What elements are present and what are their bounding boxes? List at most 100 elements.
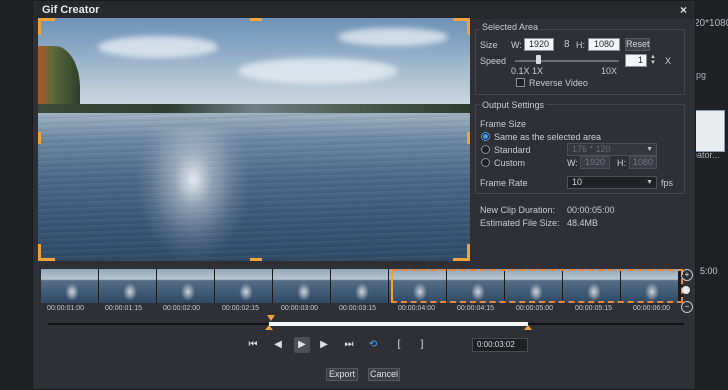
timeline-tick: 00:00:02:15 xyxy=(222,305,259,312)
background-left-toolbar xyxy=(0,0,33,390)
frame-rate-label: Frame Rate xyxy=(480,178,528,188)
preview-cloud xyxy=(238,58,398,84)
same-as-selected-radio[interactable] xyxy=(481,132,490,141)
filmstrip-selection[interactable] xyxy=(391,269,683,303)
timeline-tick: 00:00:05:15 xyxy=(575,305,612,312)
dialog-titlebar[interactable]: Gif Creator × xyxy=(33,1,695,19)
timeline-tick: 00:00:01:00 xyxy=(47,305,84,312)
video-preview[interactable] xyxy=(38,18,470,261)
custom-label: Custom xyxy=(494,158,526,168)
width-field[interactable]: 1920 xyxy=(524,38,554,51)
custom-width-label: W: xyxy=(567,158,578,168)
selected-area-title: Selected Area xyxy=(480,22,541,32)
trim-range[interactable] xyxy=(269,322,528,326)
speed-tick-max: 10X xyxy=(601,66,618,76)
dialog-title: Gif Creator xyxy=(42,4,100,16)
standard-size-select[interactable]: 176 * 120 ▼ xyxy=(567,143,657,156)
filmstrip-frame xyxy=(157,269,215,303)
chevron-down-icon: ▼ xyxy=(646,179,653,186)
custom-width-field[interactable]: 1920 xyxy=(580,156,610,169)
crop-handle-bottom[interactable] xyxy=(250,258,262,261)
timeline-tick: 00:00:04:00 xyxy=(398,305,435,312)
trim-end-handle[interactable] xyxy=(524,325,532,330)
zoom-slider-thumb[interactable] xyxy=(682,286,690,294)
zoom-in-icon[interactable]: + xyxy=(681,269,693,281)
frame-glitter xyxy=(65,283,79,301)
speed-unit: X xyxy=(665,56,672,66)
same-as-selected-label: Same as the selected area xyxy=(494,132,602,142)
go-end-icon[interactable]: ⏭ xyxy=(341,337,357,353)
preview-sun-glitter xyxy=(138,128,248,258)
speed-field[interactable]: 1 xyxy=(625,54,647,67)
chevron-down-icon: ▼ xyxy=(646,146,653,153)
timeline-tick: 00:00:06:00 xyxy=(633,305,670,312)
speed-slider-track[interactable] xyxy=(515,60,619,62)
loop-icon[interactable]: ⟲ xyxy=(365,337,381,353)
mark-out-icon[interactable]: ] xyxy=(414,337,430,353)
play-icon[interactable]: ▶ xyxy=(294,337,310,353)
zoom-out-icon[interactable]: − xyxy=(681,301,693,313)
timeline-tick: 00:00:02:00 xyxy=(163,305,200,312)
cancel-button[interactable]: Cancel xyxy=(368,368,400,381)
frame-rate-unit: fps xyxy=(661,178,674,188)
step-forward-icon[interactable]: ▶ xyxy=(316,337,332,353)
new-clip-duration-label: New Clip Duration: xyxy=(480,205,556,215)
background-thumb-label: eator... xyxy=(692,150,720,160)
speed-tick-mid: 1X xyxy=(532,66,544,76)
custom-height-label: H: xyxy=(617,158,626,168)
mark-in-icon[interactable]: [ xyxy=(391,337,407,353)
reverse-video-checkbox[interactable] xyxy=(516,78,525,87)
speed-tick-min: 0.1X xyxy=(511,66,530,76)
standard-radio[interactable] xyxy=(481,145,490,154)
background-resolution: 20*1080 xyxy=(694,18,728,29)
speed-spinner[interactable]: ▲ ▼ xyxy=(649,54,657,67)
link-icon[interactable]: 8 xyxy=(564,39,570,50)
speed-label: Speed xyxy=(480,56,507,66)
custom-height-field[interactable]: 1080 xyxy=(629,156,657,169)
playhead[interactable] xyxy=(267,315,275,321)
custom-radio[interactable] xyxy=(481,158,490,167)
frame-rate-value: 10 xyxy=(572,177,583,187)
new-clip-duration-value: 00:00:05:00 xyxy=(567,205,615,215)
height-field[interactable]: 1080 xyxy=(588,38,620,51)
frame-size-label: Frame Size xyxy=(480,119,527,129)
filmstrip-frame xyxy=(273,269,331,303)
crop-handle-top-right[interactable] xyxy=(453,18,470,35)
gif-creator-dialog: Gif Creator × Selected Area Size W: 1920… xyxy=(32,0,696,390)
export-button[interactable]: Export xyxy=(326,368,358,381)
crop-handle-top[interactable] xyxy=(250,18,262,21)
crop-handle-right[interactable] xyxy=(467,132,470,144)
timeline-tick: 00:00:03:00 xyxy=(281,305,318,312)
frame-rate-select[interactable]: 10 ▼ xyxy=(567,176,657,189)
frame-glitter xyxy=(239,283,253,301)
crop-handle-top-left[interactable] xyxy=(38,18,55,35)
frame-glitter xyxy=(355,283,369,301)
estimated-file-size-value: 48.4MB xyxy=(567,218,599,228)
preview-cloud xyxy=(338,28,448,46)
timeline-tick: 00:00:05:00 xyxy=(516,305,553,312)
timeline-tick: 00:00:01:15 xyxy=(105,305,142,312)
trim-start-handle[interactable] xyxy=(265,325,273,330)
reverse-video-label: Reverse Video xyxy=(529,78,588,88)
background-time: 5:00 xyxy=(700,266,718,276)
timecode-field[interactable]: 0:00:03:02 xyxy=(472,338,528,352)
frame-glitter xyxy=(181,283,195,301)
crop-handle-bottom-right[interactable] xyxy=(453,244,470,261)
filmstrip-frame xyxy=(99,269,157,303)
crop-handle-left[interactable] xyxy=(38,132,41,144)
speed-slider-thumb[interactable] xyxy=(536,55,541,64)
filmstrip-frame xyxy=(215,269,273,303)
close-button[interactable]: × xyxy=(680,3,687,17)
go-start-icon[interactable]: ⏮ xyxy=(245,337,261,353)
background-thumbnail[interactable] xyxy=(691,110,725,152)
reset-button[interactable]: Reset xyxy=(625,38,650,51)
crop-handle-bottom-left[interactable] xyxy=(38,244,55,261)
frame-glitter xyxy=(123,283,137,301)
step-back-icon[interactable]: ◀ xyxy=(270,337,286,353)
output-settings-title: Output Settings xyxy=(480,100,547,110)
height-label: H: xyxy=(576,40,585,50)
timeline-tick: 00:00:03:15 xyxy=(339,305,376,312)
preview-cloud xyxy=(98,36,218,58)
filmstrip-frame xyxy=(331,269,389,303)
timeline-tick: 00:00:04:15 xyxy=(457,305,494,312)
